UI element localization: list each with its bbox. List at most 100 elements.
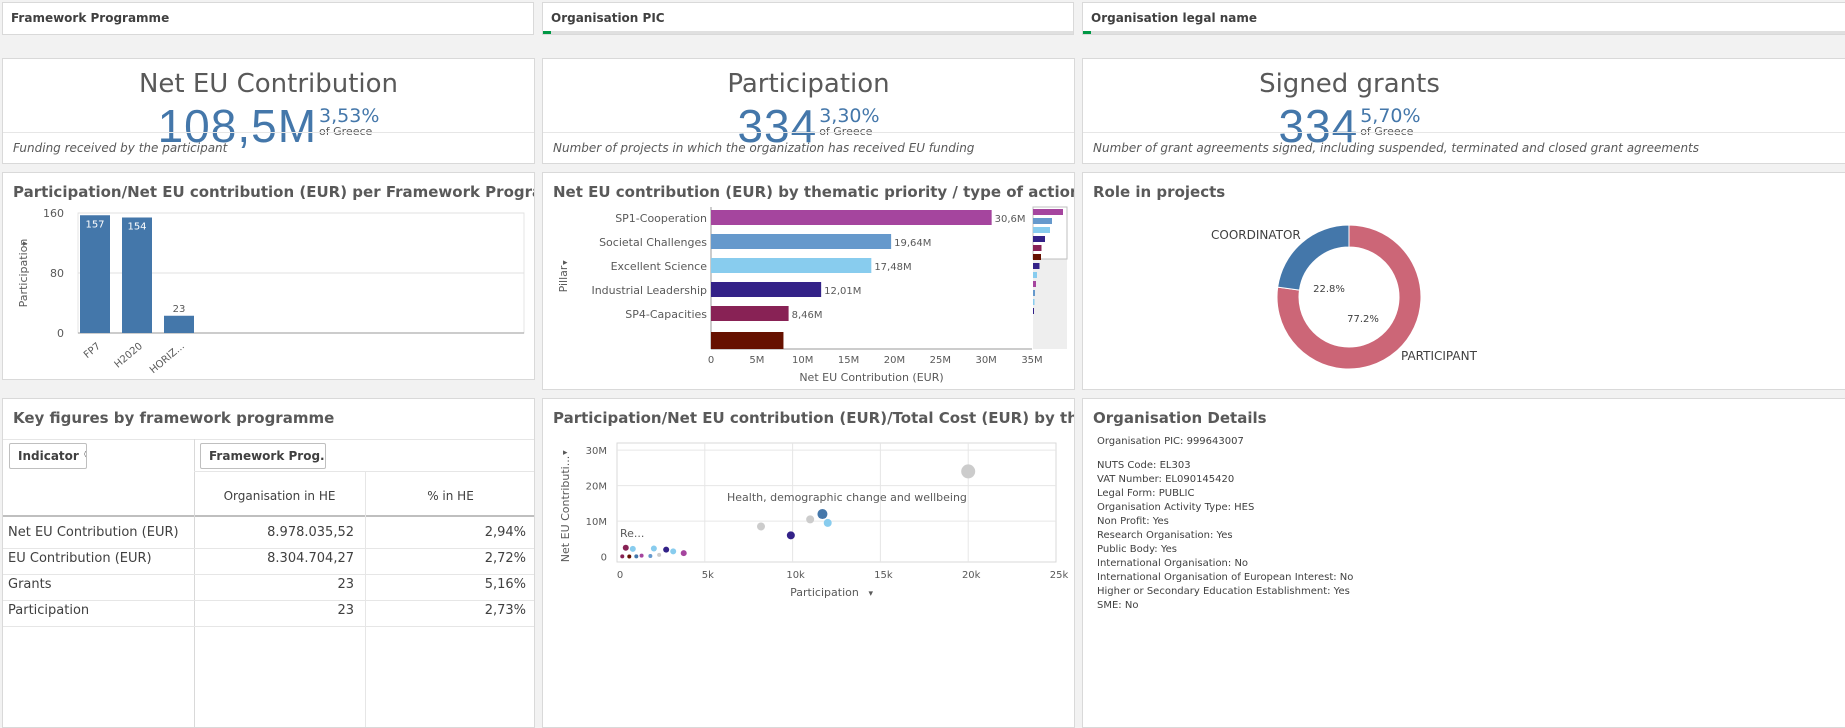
selection-bar: [543, 31, 1073, 34]
indicator-search[interactable]: Indicator 🔍︎: [9, 443, 87, 469]
point-annotation: Re...: [620, 527, 644, 540]
category-label: Industrial Leadership: [591, 284, 707, 297]
overview-bar: [1033, 299, 1035, 305]
scatter-point: [634, 554, 639, 559]
filter-organisation-legal-name[interactable]: Organisation legal name: [1082, 2, 1845, 35]
category-label: SP4-Capacities: [625, 308, 707, 321]
panel-title: Participation/Net EU contribution (EUR) …: [13, 183, 535, 201]
overview-bar: [1033, 245, 1042, 251]
axis-toggle-icon: ▸: [563, 448, 568, 458]
scatter-panel[interactable]: Participation/Net EU contribution (EUR)/…: [542, 398, 1075, 728]
kpi-footnote: Number of grant agreements signed, inclu…: [1083, 132, 1845, 163]
row-percent: 2,73%: [484, 603, 526, 618]
scatter-point: [648, 553, 653, 558]
framework-search[interactable]: Framework Prog... 🔍︎: [200, 443, 326, 469]
y-tick-label: 20M: [586, 482, 607, 493]
row-value: 8.304.704,27: [267, 551, 354, 566]
legend-label: PARTICIPANT: [1401, 349, 1478, 363]
scatter-point: [680, 550, 687, 557]
x-tick-label: 10M: [792, 355, 813, 366]
column-header[interactable]: % in HE: [365, 489, 534, 503]
kpi-percent: 5,70%: [1360, 105, 1421, 127]
pillar-bar-chart: 0 5M 10M 15M 20M 25M 30M 35M Net EU Contribution…: [557, 206, 1068, 384]
x-tick-label: 35M: [1021, 355, 1042, 366]
key-figures-panel[interactable]: Key figures by framework programme Indic…: [2, 398, 535, 728]
key-figures-table: Indicator 🔍︎ Framework Prog... 🔍︎ Organi…: [3, 439, 534, 727]
row-label: Grants: [8, 577, 52, 592]
overview-bar: [1033, 236, 1045, 242]
role-panel[interactable]: Role in projects 22.8% 77.2% COORDINATOR PA…: [1082, 172, 1845, 390]
kpi-footnote: Number of projects in which the organiza…: [543, 132, 1074, 163]
bar: [711, 234, 892, 249]
kpi-percent: 3,30%: [819, 105, 880, 127]
bar: [80, 215, 110, 333]
kpi-title: Signed grants: [1259, 69, 1440, 99]
axis-toggle-icon: ▸: [23, 239, 28, 249]
slice-label: 77.2%: [1347, 314, 1379, 325]
x-tick-label: 5k: [702, 570, 714, 581]
scatter-point: [657, 552, 662, 557]
search-label: Framework Prog...: [209, 449, 326, 463]
bar: [711, 282, 822, 297]
x-tick-label: 25k: [1050, 570, 1069, 581]
column-header[interactable]: Organisation in HE: [194, 489, 365, 503]
x-tick-label: 20M: [884, 355, 905, 366]
scatter-point: [756, 522, 765, 531]
row-label: Participation: [8, 603, 90, 618]
y-axis-label: Net EU Contributi...: [559, 456, 572, 562]
row-label: Net EU Contribution (EUR): [8, 525, 179, 540]
kpi-signed-grants[interactable]: Signed grants 334 5,70% of Greece Number o…: [1082, 58, 1845, 164]
bar-value-label: 12,01M: [824, 286, 861, 297]
legend-label: COORDINATOR: [1211, 228, 1301, 242]
filter-framework-programme[interactable]: Framework Programme: [2, 2, 534, 35]
table-row[interactable]: Participation 23 2,73%: [3, 596, 534, 627]
y-tick-label: 30M: [586, 446, 607, 457]
panel-title: Role in projects: [1093, 183, 1226, 201]
x-tick-label: FP7: [82, 341, 103, 361]
row-percent: 2,94%: [484, 525, 526, 540]
panel-title: Participation/Net EU contribution (EUR)/…: [553, 409, 1074, 427]
kpi-net-eu-contribution[interactable]: Net EU Contribution 108,5M 3,53% of Greece…: [2, 58, 535, 164]
role-donut-chart: 22.8% 77.2% COORDINATOR PARTICIPANT: [1211, 224, 1478, 370]
x-tick-label: 20k: [962, 570, 981, 581]
bar: [122, 217, 152, 333]
point-annotation: Health, demographic change and wellbeing: [727, 491, 967, 504]
overview-bar: [1033, 218, 1052, 224]
bar-value-label: 157: [85, 219, 104, 230]
overview-bar: [1033, 272, 1037, 278]
scatter-point: [817, 509, 828, 520]
details-panel[interactable]: Organisation Details Organisation PIC: 9…: [1082, 398, 1845, 728]
x-tick-label: H2020: [113, 341, 145, 371]
scatter-point: [650, 545, 657, 552]
bar: [711, 258, 872, 273]
category-label: SP1-Cooperation: [615, 212, 707, 225]
kpi-participation[interactable]: Participation 334 3,30% of Greece Number o…: [542, 58, 1075, 164]
y-tick-label: 160: [43, 207, 64, 220]
row-value: 8.978.035,52: [267, 525, 354, 540]
row-value: 23: [337, 603, 354, 618]
y-tick-label: 0: [57, 327, 64, 340]
selection-bar: [1083, 31, 1845, 34]
scatter-point: [620, 554, 625, 559]
bar: [164, 315, 194, 333]
scatter-point: [806, 515, 815, 524]
scatter-point: [670, 548, 677, 555]
category-label: Excellent Science: [611, 260, 708, 273]
filter-organisation-pic[interactable]: Organisation PIC: [542, 2, 1074, 35]
x-tick-label: 0: [617, 570, 623, 581]
filter-label: Organisation legal name: [1091, 11, 1258, 25]
fp-chart-panel[interactable]: Participation/Net EU contribution (EUR) …: [2, 172, 535, 380]
scatter-point: [823, 518, 832, 527]
overview-bar: [1033, 209, 1063, 215]
bar-value-label: 17,48M: [874, 262, 911, 273]
axis-toggle-icon: ▸: [563, 258, 568, 268]
x-tick-label: 15k: [874, 570, 893, 581]
y-tick-label: 10M: [586, 517, 607, 528]
panel-title: Key figures by framework programme: [13, 409, 335, 427]
panel-title: Organisation Details: [1093, 409, 1267, 427]
pillar-chart-panel[interactable]: Net EU contribution (EUR) by thematic pr…: [542, 172, 1075, 390]
x-axis-label: Participation: [790, 586, 859, 599]
overview-bar: [1033, 281, 1036, 287]
x-tick-label: 25M: [930, 355, 951, 366]
x-tick-label: 0: [708, 355, 714, 366]
